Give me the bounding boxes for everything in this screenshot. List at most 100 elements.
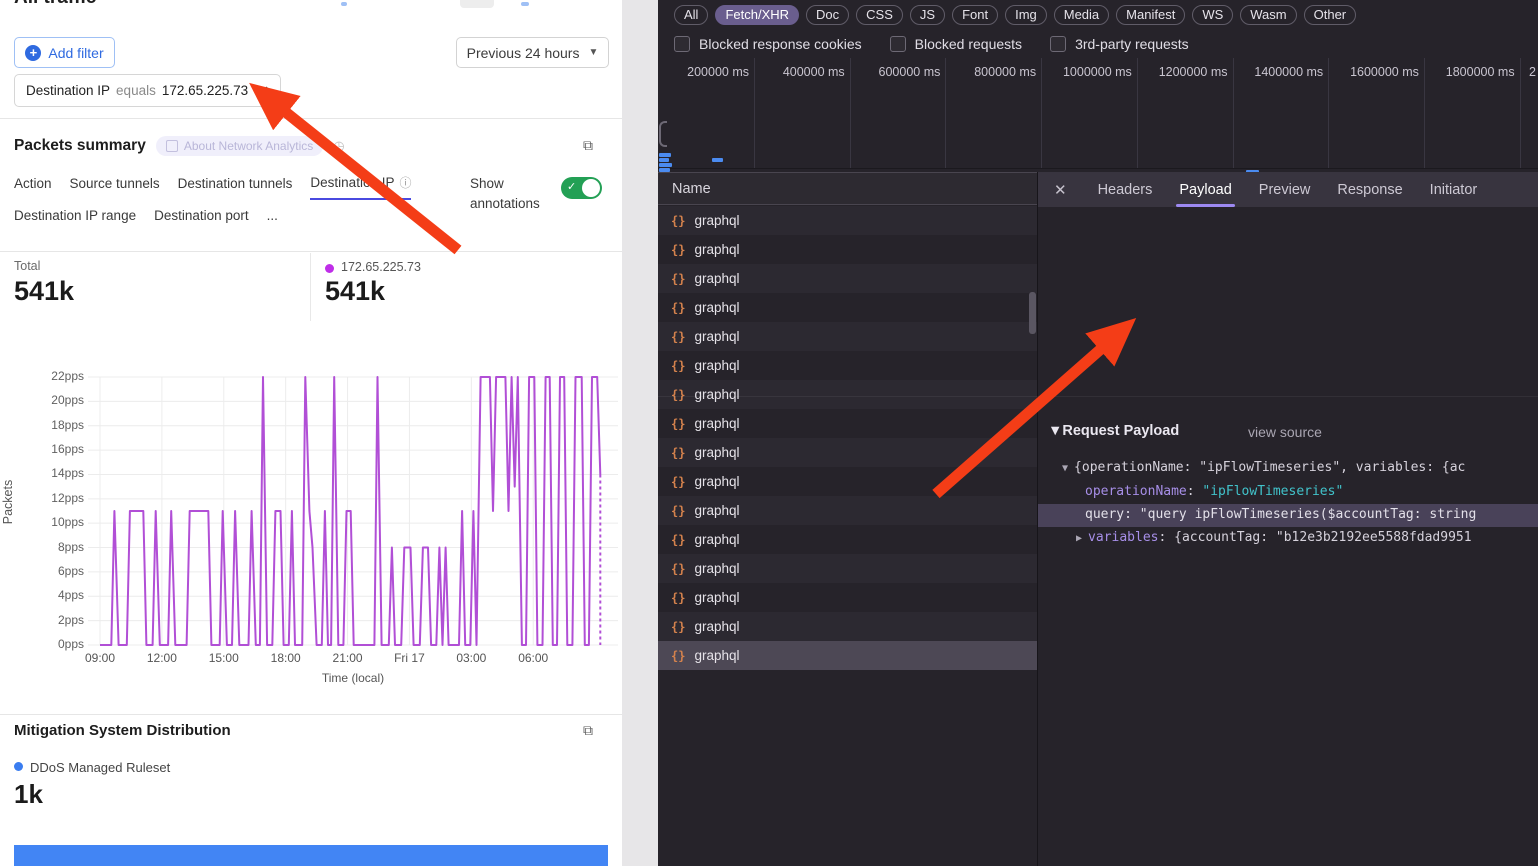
filter-pill-ws[interactable]: WS <box>1192 5 1233 25</box>
checkbox[interactable] <box>674 36 690 52</box>
name-column-header[interactable]: Name <box>658 172 1037 205</box>
detail-tab-preview[interactable]: Preview <box>1259 172 1311 207</box>
tab--[interactable]: ... <box>267 208 278 230</box>
json-icon: {} <box>671 417 685 431</box>
request-name: graphql <box>694 532 739 547</box>
filter-pill-font[interactable]: Font <box>952 5 998 25</box>
request-name: graphql <box>694 648 739 663</box>
show-annotations-toggle[interactable]: ✓ <box>561 177 602 199</box>
add-filter-button[interactable]: + Add filter <box>14 37 115 68</box>
tab-action[interactable]: Action <box>14 174 52 200</box>
request-detail-tabbar: ✕ Headers Payload Preview Response Initiator <box>1038 172 1538 207</box>
series-value: 541k <box>325 276 385 307</box>
expand-panel-icon[interactable]: ⧉ <box>583 137 593 154</box>
payload-line-query[interactable]: query: "query ipFlowTimeseries($accountT… <box>1085 507 1476 522</box>
waterfall-bar[interactable] <box>659 158 669 162</box>
filter-pill-fetchxhr[interactable]: Fetch/XHR <box>715 5 799 25</box>
request-row[interactable]: {}graphql <box>658 525 1037 554</box>
mitigation-title: Mitigation System Distribution <box>14 722 231 739</box>
tab-source-tunnels[interactable]: Source tunnels <box>70 174 160 200</box>
timeline-tick-label: 1800000 ms <box>1429 65 1515 79</box>
filter-pill-css[interactable]: CSS <box>856 5 903 25</box>
dimension-tabs-row2: Destination IP range Destination port... <box>14 208 278 230</box>
chevron-down-icon: ▼ <box>588 47 598 58</box>
triangle-down-icon: ▼ <box>1062 463 1074 474</box>
toggle-knob <box>582 179 600 197</box>
waterfall-bar[interactable] <box>659 163 672 167</box>
view-source-link[interactable]: view source <box>1248 424 1322 440</box>
request-row[interactable]: {} graphql <box>658 322 1037 351</box>
timeline-tick-label: 400000 ms <box>759 65 845 79</box>
checkbox-label: Blocked response cookies <box>699 36 862 52</box>
filter-pill-img[interactable]: Img <box>1005 5 1047 25</box>
request-row[interactable]: {}graphql <box>658 380 1037 409</box>
tab-destination-ip[interactable]: Destination IPⓘ <box>310 174 411 200</box>
filter-pill-doc[interactable]: Doc <box>806 5 849 25</box>
timeline-gridline <box>1041 58 1042 168</box>
request-row[interactable]: {}graphql <box>658 612 1037 641</box>
x-tick-label: Fri 17 <box>394 651 425 665</box>
filter-pill-media[interactable]: Media <box>1054 5 1109 25</box>
filter-chip[interactable]: Destination IP equals 172.65.225.73 ✕ <box>14 74 281 107</box>
filter-pill-other[interactable]: Other <box>1304 5 1357 25</box>
json-icon: {} <box>671 591 685 605</box>
checkbox[interactable] <box>1050 36 1066 52</box>
analytics-panel: All traffic + Add filter Previous 24 hou… <box>0 0 622 866</box>
filter-pill-wasm[interactable]: Wasm <box>1240 5 1296 25</box>
json-icon: {} <box>671 446 685 460</box>
dimension-tabs-row1: Action Source tunnels Destination tunnels D… <box>14 174 411 200</box>
expand-panel-icon[interactable]: ⧉ <box>583 722 593 739</box>
timeline-tick-label: 1600000 ms <box>1333 65 1419 79</box>
clipped-overview-fragment <box>659 121 667 147</box>
close-icon[interactable]: ✕ <box>1054 181 1067 199</box>
y-tick-label: 6pps <box>24 564 84 578</box>
request-row[interactable]: {}graphql <box>658 293 1037 322</box>
payload-line-variables[interactable]: ▶ variables: {accountTag: "b12e3b2192ee5… <box>1076 530 1472 545</box>
x-tick-label: 03:00 <box>456 651 486 665</box>
request-row[interactable]: {}graphql <box>658 554 1037 583</box>
y-tick-label: 20pps <box>24 393 84 407</box>
request-row[interactable]: {}graphql <box>658 438 1037 467</box>
time-range-dropdown[interactable]: Previous 24 hours ▼ <box>456 37 609 68</box>
tab-destination-port[interactable]: Destination port <box>154 208 249 230</box>
clock-icon: ◷ <box>333 138 344 154</box>
page-background-gap <box>622 0 658 866</box>
detail-tab-initiator[interactable]: Initiator <box>1430 172 1478 207</box>
request-name: graphql <box>694 416 739 431</box>
remove-filter-icon[interactable]: ✕ <box>258 83 269 99</box>
json-icon: {} <box>671 504 685 518</box>
request-payload-title[interactable]: ▼Request Payload <box>1048 423 1179 439</box>
total-label: Total <box>14 259 40 273</box>
detail-tab-headers[interactable]: Headers <box>1098 172 1153 207</box>
request-name: graphql <box>694 329 739 344</box>
y-tick-label: 16pps <box>24 442 84 456</box>
request-row[interactable]: {}graphql <box>658 496 1037 525</box>
request-row[interactable]: {}graphql <box>658 641 1037 670</box>
clipped-toolbar-fragment <box>521 2 529 6</box>
request-name: graphql <box>694 300 739 315</box>
request-row[interactable]: {}graphql <box>658 235 1037 264</box>
request-list-scrollbar[interactable] <box>1029 292 1036 334</box>
checkbox[interactable] <box>890 36 906 52</box>
waterfall-bar[interactable] <box>659 153 671 157</box>
packets-summary-header: Packets summary About Network Analytics … <box>14 136 345 156</box>
request-row[interactable]: {} graphql <box>658 409 1037 438</box>
detail-tab-payload[interactable]: Payload <box>1179 172 1231 207</box>
request-row[interactable]: {}graphql <box>658 351 1037 380</box>
tab-destination-ip-range[interactable]: Destination IP range <box>14 208 136 230</box>
json-icon: {} <box>671 330 685 344</box>
filter-pill-js[interactable]: JS <box>910 5 945 25</box>
payload-line-root[interactable]: ▼ {operationName: "ipFlowTimeseries", va… <box>1062 460 1465 475</box>
tab-destination-tunnels[interactable]: Destination tunnels <box>178 174 293 200</box>
request-row[interactable]: {}graphql <box>658 206 1037 235</box>
detail-tab-response[interactable]: Response <box>1337 172 1402 207</box>
request-row[interactable]: {}graphql <box>658 264 1037 293</box>
request-row[interactable]: {}graphql <box>658 583 1037 612</box>
network-overview-timeline[interactable]: 200000 ms400000 ms600000 ms800000 ms1000… <box>658 58 1538 169</box>
waterfall-bar[interactable] <box>712 158 723 162</box>
filter-pill-all[interactable]: All <box>674 5 708 25</box>
request-row[interactable]: {}graphql <box>658 467 1037 496</box>
filter-value: 172.65.225.73 <box>162 83 248 98</box>
filter-pill-manifest[interactable]: Manifest <box>1116 5 1185 25</box>
about-network-analytics-badge[interactable]: About Network Analytics <box>156 136 323 156</box>
